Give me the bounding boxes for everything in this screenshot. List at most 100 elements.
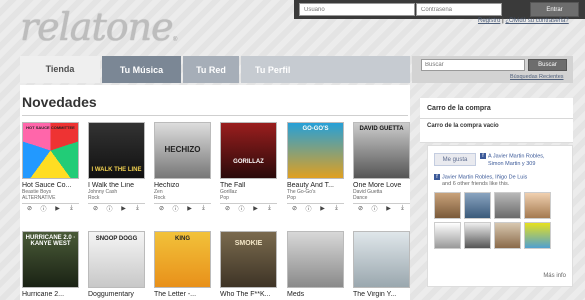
album-cover[interactable]: HECHIZO	[154, 122, 211, 179]
relatone-logo[interactable]: relatone	[20, 7, 174, 47]
album-cover[interactable]: GO-GO'S	[287, 122, 344, 179]
play-icon[interactable]: ▶	[120, 205, 127, 212]
cancel-icon[interactable]: ⊘	[224, 205, 231, 212]
album-title[interactable]: Hurricane 2...	[22, 291, 79, 298]
cancel-icon[interactable]: ⊘	[92, 205, 99, 212]
forgot-password-link[interactable]: ¿Olvidó su contraseña?	[505, 18, 568, 24]
fb-line1-text[interactable]: A Javier Martin Robles,	[488, 153, 545, 159]
album-cover[interactable]: DAVID GUETTA	[353, 122, 410, 179]
fb-line2-text[interactable]: Javier Martin Robles, Iñigo De Luis	[442, 174, 527, 180]
album-title[interactable]: The Virgin Y...	[353, 291, 410, 298]
friend-avatar[interactable]	[434, 192, 461, 219]
fb-line3-text: and 6 other friends like this.	[442, 181, 510, 187]
album-cover[interactable]	[287, 231, 344, 288]
registered-mark: ®	[173, 37, 178, 43]
album-card[interactable]: Meds	[287, 231, 344, 298]
album-cover[interactable]: GORILLAZ	[220, 122, 277, 179]
album-card[interactable]: HOT SAUCE COMMITTEE Hot Sauce Co... Beas…	[22, 122, 79, 213]
play-icon[interactable]: ▶	[319, 205, 326, 212]
album-title[interactable]: Who The F**K...	[220, 291, 277, 298]
download-icon[interactable]: ⤓	[399, 205, 406, 212]
sidebar: Carro de la compra Carro de la compra va…	[420, 98, 573, 300]
album-card[interactable]: SNOOP DOGG Doggumentary	[88, 231, 145, 298]
play-icon[interactable]: ▶	[54, 205, 61, 212]
album-title[interactable]: Doggumentary	[88, 291, 145, 298]
login-button[interactable]: Entrar	[530, 2, 579, 17]
album-card[interactable]: HECHIZO Hechizo Zen Rock ⊘ ⓘ ▶ ⤓	[154, 122, 211, 213]
search-input[interactable]	[421, 59, 525, 71]
cart-title: Carro de la compra	[420, 98, 573, 119]
tab-tu-red[interactable]: Tu Red	[183, 56, 239, 83]
more-info-link[interactable]: Más info	[543, 273, 566, 279]
cancel-icon[interactable]: ⊘	[158, 205, 165, 212]
album-title[interactable]: The Letter -...	[154, 291, 211, 298]
friend-avatar[interactable]	[494, 192, 521, 219]
album-cover[interactable]: KING	[154, 231, 211, 288]
tab-tu-perfil[interactable]: Tu Perfil	[241, 56, 410, 83]
play-icon[interactable]: ▶	[252, 205, 259, 212]
album-controls: ⊘ ⓘ ▶ ⤓	[88, 203, 145, 213]
friend-avatar[interactable]	[464, 192, 491, 219]
play-icon[interactable]: ▶	[385, 205, 392, 212]
play-icon[interactable]: ▶	[186, 205, 193, 212]
album-cover[interactable]: SMOKIE	[220, 231, 277, 288]
username-input[interactable]	[299, 3, 415, 16]
album-title[interactable]: Hot Sauce Co...	[22, 182, 79, 189]
album-cover[interactable]: I WALK THE LINE	[88, 122, 145, 179]
album-card[interactable]: GORILLAZ The Fall Gorillaz Pop ⊘ ⓘ ▶ ⤓	[220, 122, 277, 213]
info-icon[interactable]: ⓘ	[238, 204, 245, 213]
download-icon[interactable]: ⤓	[68, 205, 75, 212]
search-button[interactable]: Buscar	[528, 59, 567, 71]
friend-avatar[interactable]	[464, 222, 491, 249]
album-card[interactable]: HURRICANE 2.0 · KANYE WEST Hurricane 2..…	[22, 231, 79, 298]
recent-searches-link[interactable]: Búsquedas Recientes	[510, 74, 564, 80]
cover-text: SNOOP DOGG	[95, 236, 138, 242]
cancel-icon[interactable]: ⊘	[26, 205, 33, 212]
album-cover[interactable]: HOT SAUCE COMMITTEE	[22, 122, 79, 179]
tab-tu-musica[interactable]: Tu Música	[102, 56, 181, 83]
info-icon[interactable]: ⓘ	[371, 204, 378, 213]
login-bar: Entrar	[294, 0, 585, 19]
info-icon[interactable]: ⓘ	[305, 204, 312, 213]
album-cover[interactable]: SNOOP DOGG	[88, 231, 145, 288]
info-icon[interactable]: ⓘ	[172, 204, 179, 213]
album-controls: ⊘ ⓘ ▶ ⤓	[22, 203, 79, 213]
facebook-like-button[interactable]: Me gusta	[434, 153, 476, 166]
section-title: Novedades	[22, 94, 97, 110]
search-area: Buscar Búsquedas Recientes	[412, 56, 573, 83]
download-icon[interactable]: ⤓	[266, 205, 273, 212]
password-input[interactable]	[416, 3, 502, 16]
cover-text: SMOKIE	[234, 240, 263, 247]
download-icon[interactable]: ⤓	[200, 205, 207, 212]
album-controls: ⊘ ⓘ ▶ ⤓	[154, 203, 211, 213]
info-icon[interactable]: ⓘ	[40, 204, 47, 213]
album-controls: ⊘ ⓘ ▶ ⤓	[287, 203, 344, 213]
friend-avatar[interactable]	[494, 222, 521, 249]
album-card[interactable]: SMOKIE Who The F**K...	[220, 231, 277, 298]
album-card[interactable]: DAVID GUETTA One More Love David Guetta …	[353, 122, 410, 213]
album-card[interactable]: KING The Letter -...	[154, 231, 211, 298]
cover-text: I WALK THE LINE	[91, 167, 142, 173]
download-icon[interactable]: ⤓	[333, 205, 340, 212]
friend-avatar[interactable]	[524, 192, 551, 219]
album-title[interactable]: Beauty And T...	[287, 182, 344, 189]
album-title[interactable]: The Fall	[220, 182, 277, 189]
album-title[interactable]: I Walk the Line	[88, 182, 145, 189]
friend-avatar[interactable]	[434, 222, 461, 249]
album-card[interactable]: GO-GO'S Beauty And T... The Go-Go's Pop …	[287, 122, 344, 213]
album-controls: ⊘ ⓘ ▶ ⤓	[353, 203, 410, 213]
album-cover[interactable]: HURRICANE 2.0 · KANYE WEST	[22, 231, 79, 288]
album-card[interactable]: The Virgin Y...	[353, 231, 410, 298]
info-icon[interactable]: ⓘ	[106, 204, 113, 213]
album-title[interactable]: Meds	[287, 291, 344, 298]
download-icon[interactable]: ⤓	[134, 205, 141, 212]
album-cover[interactable]	[353, 231, 410, 288]
album-title[interactable]: One More Love	[353, 182, 410, 189]
friend-avatar[interactable]	[524, 222, 551, 249]
album-title[interactable]: Hechizo	[154, 182, 211, 189]
register-link[interactable]: Registro	[478, 18, 500, 24]
cancel-icon[interactable]: ⊘	[291, 205, 298, 212]
cancel-icon[interactable]: ⊘	[357, 205, 364, 212]
album-card[interactable]: I WALK THE LINE I Walk the Line Johnny C…	[88, 122, 145, 213]
tab-tienda[interactable]: Tienda	[20, 56, 100, 83]
